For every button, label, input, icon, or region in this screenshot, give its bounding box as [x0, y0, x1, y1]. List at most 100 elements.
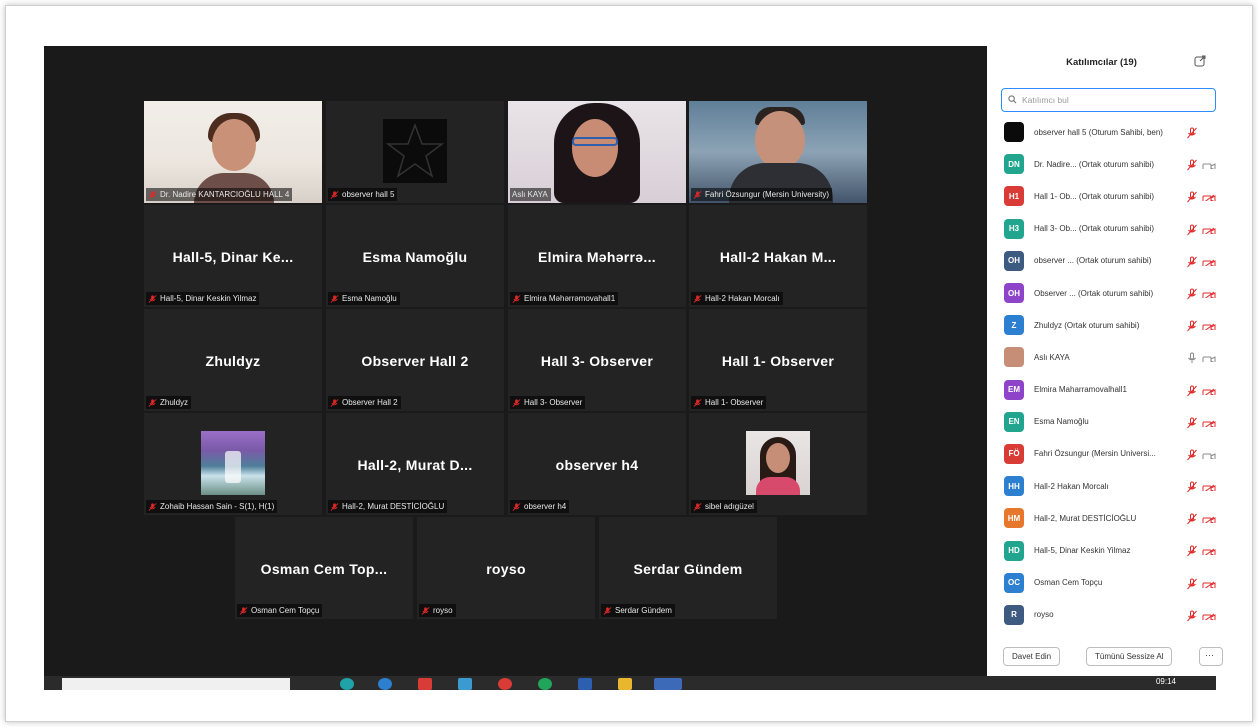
participant-row[interactable]: EM Elmira Maharramovalhall1 — [987, 374, 1216, 406]
more-options-button[interactable]: ··· — [1199, 647, 1223, 666]
edge-icon[interactable] — [340, 678, 354, 690]
zoom-app-icon[interactable] — [654, 678, 682, 690]
app-icon[interactable] — [418, 678, 432, 690]
participant-name: Hall 3- Ob... (Ortak oturum sahibi) — [1034, 224, 1155, 234]
participant-row[interactable]: OH Observer ... (Ortak oturum sahibi) — [987, 277, 1216, 309]
video-tile[interactable]: Zohaib Hassan Sain - S(1), H(1) — [144, 413, 322, 515]
video-tile[interactable]: Hall-5, Dinar Ke... Hall-5, Dinar Keskin… — [144, 205, 322, 307]
participant-name: Osman Cem Topçu — [1034, 578, 1103, 588]
mic-muted-icon — [330, 398, 339, 407]
mic-muted-icon[interactable] — [1186, 384, 1198, 396]
camera-off-icon[interactable] — [1202, 610, 1216, 620]
video-tile[interactable]: Osman Cem Top... Osman Cem Topçu — [235, 517, 413, 619]
participant-row[interactable]: H3 Hall 3- Ob... (Ortak oturum sahibi) — [987, 213, 1216, 245]
camera-off-icon[interactable] — [1202, 288, 1216, 298]
participant-row[interactable]: HD Hall-5, Dinar Keskin Yilmaz — [987, 534, 1216, 566]
participant-row[interactable]: DN Dr. Nadire... (Ortak oturum sahibi) — [987, 148, 1216, 180]
participant-row[interactable]: FÖ Fahri Özsungur (Mersin Universi... — [987, 438, 1216, 470]
participant-row[interactable]: Aslı KAYA — [987, 341, 1216, 373]
camera-off-icon[interactable] — [1202, 417, 1216, 427]
participant-row[interactable]: OH observer ... (Ortak oturum sahibi) — [987, 245, 1216, 277]
word-icon[interactable] — [578, 678, 592, 690]
participant-row[interactable]: HH Hall-2 Hakan Morcalı — [987, 470, 1216, 502]
video-tile[interactable]: sibel adıgüzel — [689, 413, 867, 515]
camera-icon[interactable] — [1202, 159, 1216, 170]
mic-muted-icon — [148, 398, 157, 407]
avatar: HH — [1004, 476, 1024, 497]
video-tile[interactable]: Observer Hall 2 Observer Hall 2 — [326, 309, 504, 411]
camera-icon[interactable] — [1202, 352, 1216, 363]
participant-search[interactable] — [1001, 88, 1216, 112]
app-icon[interactable] — [458, 678, 472, 690]
mic-muted-icon[interactable] — [1186, 190, 1198, 203]
mic-muted-icon[interactable] — [1186, 448, 1198, 461]
mic-muted-icon[interactable] — [1186, 319, 1198, 332]
mic-muted-icon[interactable] — [1186, 512, 1198, 525]
microphone-icon[interactable] — [1186, 351, 1198, 364]
mic-muted-icon[interactable] — [1186, 223, 1198, 235]
participant-row[interactable]: OC Osman Cem Topçu — [987, 567, 1216, 599]
folder-icon[interactable] — [618, 678, 632, 690]
video-tile[interactable]: Esma Namoğlu Esma Namoğlu — [326, 205, 504, 307]
participant-name: Hall-5, Dinar Keskin Yilmaz — [1034, 546, 1131, 556]
camera-off-icon[interactable] — [1202, 191, 1216, 202]
participant-row[interactable]: observer hall 5 (Oturum Sahibi, ben) — [987, 116, 1216, 148]
profile-picture — [746, 431, 810, 495]
avatar — [1004, 122, 1024, 143]
taskbar-search-box[interactable] — [62, 678, 290, 690]
video-tile[interactable]: Serdar Gündem Serdar Gündem — [599, 517, 777, 619]
camera-icon[interactable] — [1202, 449, 1216, 459]
video-tile[interactable]: observer h4 observer h4 — [508, 413, 686, 515]
camera-off-icon[interactable] — [1202, 545, 1216, 556]
participant-row[interactable]: HM Hall-2, Murat DESTİCİOĞLU — [987, 502, 1216, 534]
video-tile[interactable]: royso royso — [417, 517, 595, 619]
participant-row[interactable]: Z Zhuldyz (Ortak oturum sahibi) — [987, 309, 1216, 341]
camera-off-icon[interactable] — [1202, 481, 1216, 492]
video-tile[interactable]: Hall-2 Hakan M... Hall-2 Hakan Morcalı — [689, 205, 867, 307]
video-tile[interactable]: Zhuldyz Zhuldyz — [144, 309, 322, 411]
mic-muted-icon — [148, 502, 157, 511]
camera-off-icon[interactable] — [1202, 385, 1216, 395]
participant-row[interactable]: Rroyso — [987, 599, 1216, 631]
tile-display-name: Observer Hall 2 — [361, 353, 469, 369]
participant-row[interactable]: EN Esma Namoğlu — [987, 406, 1216, 438]
chrome-icon[interactable] — [498, 678, 512, 690]
mic-muted-icon[interactable] — [1186, 544, 1198, 557]
mic-muted-icon[interactable] — [1186, 480, 1198, 493]
participant-row[interactable]: H1 Hall 1- Ob... (Ortak oturum sahibi) — [987, 180, 1216, 212]
mic-muted-icon — [330, 502, 339, 511]
video-tile[interactable]: Elmira Məhərrə... Elmira Məhərrəmovahall… — [508, 205, 686, 307]
invite-button[interactable]: Davet Edin — [1003, 647, 1061, 666]
whatsapp-icon[interactable] — [538, 678, 552, 690]
popout-icon[interactable] — [1194, 55, 1206, 67]
video-tile[interactable]: Dr. Nadire KANTARCIOĞLU HALL 4 — [144, 101, 322, 203]
camera-off-icon[interactable] — [1202, 320, 1216, 331]
mic-muted-icon[interactable] — [1186, 126, 1198, 139]
video-tile[interactable]: Aslı KAYA — [508, 101, 686, 203]
video-tile[interactable]: observer hall 5 — [326, 101, 504, 203]
avatar: H3 — [1004, 218, 1024, 239]
video-tile[interactable]: Hall 1- Observer Hall 1- Observer — [689, 309, 867, 411]
avatar: HM — [1004, 508, 1024, 529]
camera-off-icon[interactable] — [1202, 256, 1216, 266]
mic-muted-icon[interactable] — [1186, 609, 1198, 622]
video-tile[interactable]: Hall 3- Observer Hall 3- Observer — [508, 309, 686, 411]
mic-muted-icon[interactable] — [1186, 416, 1198, 429]
video-tile-active-speaker[interactable]: Fahri Özsungur (Mersin University) — [689, 101, 867, 203]
participant-name: Dr. Nadire... (Ortak oturum sahibi) — [1034, 159, 1155, 169]
mic-muted-icon[interactable] — [1186, 255, 1198, 268]
camera-off-icon[interactable] — [1202, 224, 1216, 234]
search-icon — [1008, 95, 1017, 104]
camera-off-icon[interactable] — [1202, 578, 1216, 588]
search-input[interactable] — [1022, 92, 1212, 108]
tile-display-name: Serdar Gündem — [633, 561, 743, 577]
mic-muted-icon[interactable] — [1186, 577, 1198, 589]
mic-muted-icon[interactable] — [1186, 158, 1198, 171]
tile-name-label: observer hall 5 — [328, 188, 398, 201]
video-tile[interactable]: Hall-2, Murat D... Hall-2, Murat DESTİCİ… — [326, 413, 504, 515]
mute-all-button[interactable]: Tümünü Sessize Al — [1086, 647, 1173, 666]
camera-off-icon[interactable] — [1202, 513, 1216, 524]
mic-muted-icon[interactable] — [1186, 287, 1198, 300]
mic-muted-icon — [693, 398, 702, 407]
app-icon[interactable] — [378, 678, 392, 690]
